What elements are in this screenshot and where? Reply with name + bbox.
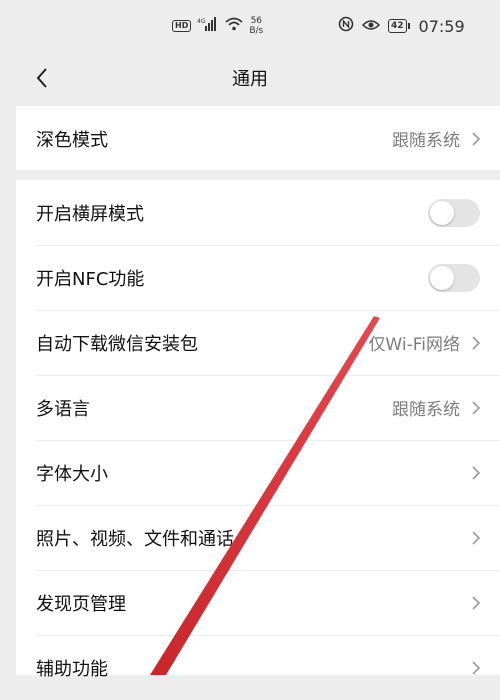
row-auto-download[interactable]: 自动下载微信安装包 仅Wi-Fi网络 <box>16 310 500 375</box>
dark-mode-label: 深色模式 <box>36 129 108 151</box>
discover-management-label: 发现页管理 <box>36 593 126 615</box>
eye-icon <box>361 17 381 35</box>
wifi-icon <box>225 17 243 35</box>
network-type: 4G <box>197 18 206 25</box>
row-font-size[interactable]: 字体大小 <box>16 440 500 505</box>
back-button[interactable] <box>28 64 56 92</box>
chevron-right-icon <box>472 400 481 415</box>
landscape-mode-label: 开启横屏模式 <box>36 203 144 225</box>
chevron-right-icon <box>472 335 481 350</box>
chevron-right-icon <box>472 131 481 146</box>
row-nfc: 开启NFC功能 <box>16 245 500 310</box>
status-bar: HD 4G 56 B/s 42 07:59 <box>0 0 500 56</box>
chevron-right-icon <box>472 660 481 675</box>
language-value: 跟随系统 <box>392 400 460 420</box>
battery-icon: 42 <box>388 19 410 33</box>
auto-download-value: 仅Wi-Fi网络 <box>368 335 460 355</box>
chevron-right-icon <box>472 465 481 480</box>
hd-icon: HD <box>172 20 192 32</box>
settings-group-general: 开启横屏模式 开启NFC功能 自动下载微信安装包 仅Wi-Fi网络 多语言 跟随… <box>16 180 500 680</box>
network-speed: 56 B/s <box>249 16 263 36</box>
battery-level: 42 <box>391 21 404 31</box>
speed-unit: B/s <box>249 26 264 36</box>
nfc-toggle[interactable] <box>428 263 480 292</box>
clock: 07:59 <box>418 16 465 36</box>
language-label: 多语言 <box>36 398 90 420</box>
row-dark-mode[interactable]: 深色模式 跟随系统 <box>16 106 500 171</box>
speed-value: 56 <box>250 16 263 26</box>
row-media[interactable]: 照片、视频、文件和通话 <box>16 505 500 570</box>
accessibility-label: 辅助功能 <box>36 658 108 680</box>
row-language[interactable]: 多语言 跟随系统 <box>16 375 500 440</box>
row-accessibility[interactable]: 辅助功能 <box>16 635 500 700</box>
nfc-icon <box>338 16 354 36</box>
dark-mode-value: 跟随系统 <box>392 131 460 151</box>
nfc-label: 开启NFC功能 <box>36 268 145 290</box>
status-left: HD 4G 56 B/s <box>172 16 263 36</box>
chevron-right-icon <box>472 595 481 610</box>
chevron-left-icon <box>36 68 47 88</box>
font-size-label: 字体大小 <box>36 463 108 485</box>
row-landscape-mode: 开启横屏模式 <box>16 180 500 245</box>
toggle-knob <box>430 265 454 290</box>
landscape-mode-toggle[interactable] <box>428 198 480 227</box>
row-discover-management[interactable]: 发现页管理 <box>16 570 500 635</box>
auto-download-label: 自动下载微信安装包 <box>36 333 198 355</box>
media-label: 照片、视频、文件和通话 <box>36 528 234 550</box>
status-right: 42 07:59 <box>338 16 465 36</box>
signal-icon: 4G <box>197 17 219 35</box>
chevron-right-icon <box>472 530 481 545</box>
page-title: 通用 <box>232 69 268 90</box>
settings-group-display: 深色模式 跟随系统 <box>16 106 500 170</box>
toggle-knob <box>430 200 454 225</box>
nav-header: 通用 <box>0 56 500 100</box>
